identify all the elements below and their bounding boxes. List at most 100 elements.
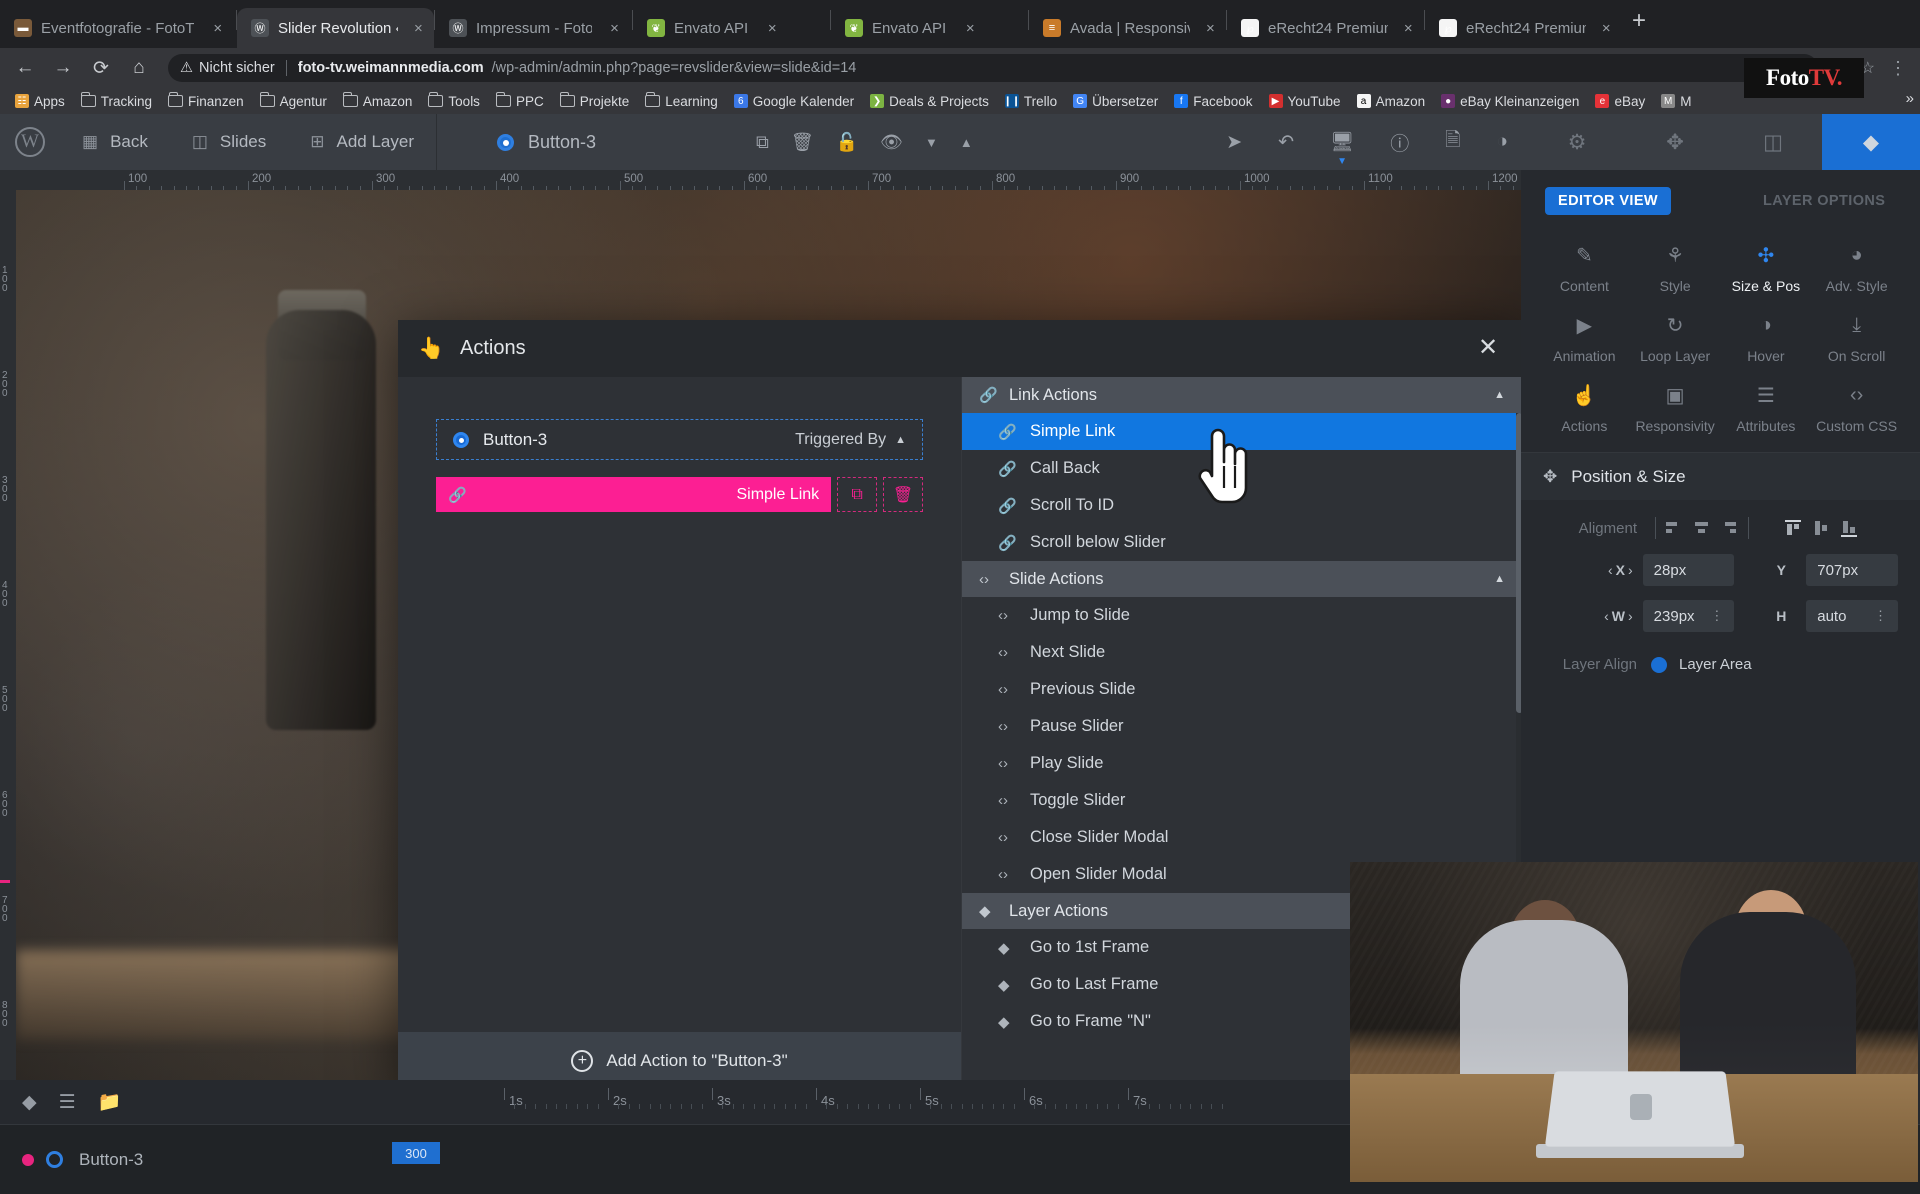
action-library-item[interactable]: 🔗 Simple Link — [962, 413, 1523, 450]
align-center-icon[interactable] — [1688, 516, 1716, 540]
h-field[interactable]: auto ⋮ — [1806, 600, 1898, 632]
trash-icon[interactable]: 🗑 — [791, 132, 814, 153]
bookmark-item[interactable]: e eBay — [1588, 92, 1652, 111]
bookmark-item[interactable]: a Amazon — [1350, 92, 1433, 111]
align-right-icon[interactable] — [1716, 516, 1744, 540]
bookmark-item[interactable]: ❯ Deals & Projects — [863, 92, 996, 111]
bookmark-item[interactable]: Finanzen — [161, 92, 251, 111]
close-icon[interactable]: × — [413, 20, 424, 37]
sidebar-option-size-pos[interactable]: ✣ Size & Pos — [1721, 242, 1812, 295]
layers-icon[interactable]: ◆ — [1822, 114, 1920, 170]
chevron-up-icon[interactable]: ▲ — [1494, 389, 1505, 401]
align-middle-icon[interactable] — [1807, 516, 1835, 540]
unlock-icon[interactable]: 🔓 — [836, 132, 858, 153]
h-stepper-icon[interactable]: ⋮ — [1874, 608, 1887, 624]
y-field[interactable]: 707px — [1806, 554, 1898, 586]
bookmarks-overflow-button[interactable]: » — [1906, 90, 1914, 107]
forward-button[interactable]: → — [46, 51, 80, 85]
trigger-row[interactable]: Button-3 Triggered By ▲ — [436, 419, 923, 460]
layers-icon[interactable]: ◆ — [22, 1091, 37, 1114]
sidebar-option-hover[interactable]: ◑ Hover — [1721, 312, 1812, 365]
action-library-item[interactable]: ‹› Play Slide — [962, 745, 1523, 782]
cursor-icon[interactable]: ➤ — [1226, 131, 1242, 154]
help-icon[interactable]: ⓘ — [1390, 129, 1409, 156]
home-button[interactable]: ⌂ — [122, 51, 156, 85]
bookmark-item[interactable]: ❙❙ Trello — [998, 92, 1064, 111]
copy-icon[interactable]: ⧉ — [756, 132, 769, 153]
action-library-item[interactable]: 🔗 Scroll below Slider — [962, 524, 1523, 561]
new-tab-button[interactable]: + — [1622, 7, 1656, 41]
chevron-up-icon[interactable]: ▲ — [1494, 573, 1505, 585]
action-library-item[interactable]: ‹› Previous Slide — [962, 671, 1523, 708]
bookmark-item[interactable]: Tracking — [74, 92, 159, 111]
browser-tab[interactable]: ℘ eRecht24 Premium Nutzer g × — [1227, 8, 1424, 48]
not-secure-indicator[interactable]: ⚠ Nicht sicher — [180, 60, 275, 76]
topbar-item-back[interactable]: ▦ Back — [60, 114, 170, 170]
browser-tab[interactable]: Ⓦ Slider Revolution ‹ FotoTV. – × — [237, 8, 434, 48]
topbar-item-slides[interactable]: ◫ Slides — [170, 114, 288, 170]
w-field[interactable]: 239px ⋮ — [1642, 600, 1735, 632]
browser-tab[interactable]: ▬ Eventfotografie - FotoTV. × — [0, 8, 236, 48]
folder-icon[interactable]: 📁 — [98, 1090, 122, 1114]
tab-editor-view[interactable]: EDITOR VIEW — [1545, 187, 1672, 215]
sidebar-option-on-scroll[interactable]: ⤓ On Scroll — [1811, 312, 1902, 365]
bookmark-item[interactable]: Tools — [421, 92, 487, 111]
close-icon[interactable]: ✕ — [1475, 336, 1501, 362]
topbar-item-add-layer[interactable]: ⊞ Add Layer — [288, 114, 436, 170]
bookmark-item[interactable]: ● eBay Kleinanzeigen — [1434, 92, 1586, 111]
align-top-icon[interactable] — [1779, 516, 1807, 540]
undo-icon[interactable]: ↶ — [1278, 131, 1294, 154]
sidebar-option-responsivity[interactable]: ▣ Responsivity — [1630, 382, 1721, 435]
action-library-item[interactable]: ‹› Pause Slider — [962, 708, 1523, 745]
navigation-icon[interactable]: ✥ — [1626, 114, 1724, 170]
video-overlay[interactable] — [1350, 862, 1918, 1182]
duplicate-action-button[interactable]: ⧉ — [837, 477, 878, 512]
trigger-dropdown[interactable]: Triggered By ▲ — [795, 431, 906, 449]
sidebar-option-style[interactable]: ⚘ Style — [1630, 242, 1721, 295]
bookmark-item[interactable]: PPC — [489, 92, 551, 111]
settings-gear-icon[interactable]: ⚙ — [1528, 114, 1626, 170]
notes-icon[interactable]: 🗎 — [1445, 126, 1460, 158]
layer-align-radio-icon[interactable] — [1651, 656, 1667, 673]
wordpress-icon[interactable]: W — [0, 114, 60, 170]
close-icon[interactable]: × — [1205, 20, 1216, 37]
close-icon[interactable]: × — [607, 20, 622, 37]
bookmark-item[interactable]: 6 Google Kalender — [727, 92, 861, 111]
w-stepper-icon[interactable]: ⋮ — [1710, 608, 1723, 624]
tab-layer-options[interactable]: LAYER OPTIONS — [1763, 193, 1885, 209]
bookmark-item[interactable]: f Facebook — [1167, 92, 1259, 111]
action-library-item[interactable]: ‹› Close Slider Modal — [962, 819, 1523, 856]
kebab-menu-icon[interactable]: ⋮ — [1884, 58, 1912, 79]
action-library-item[interactable]: 🔗 Scroll To ID — [962, 487, 1523, 524]
chevron-down-icon[interactable]: ▼ — [925, 135, 938, 150]
back-button[interactable]: ← — [8, 51, 42, 85]
action-group-header[interactable]: ‹› Slide Actions ▲ — [962, 561, 1523, 597]
action-library-item[interactable]: ‹› Toggle Slider — [962, 782, 1523, 819]
assigned-action-simple-link[interactable]: 🔗 Simple Link — [436, 477, 832, 512]
close-icon[interactable]: × — [1601, 20, 1612, 37]
browser-tab[interactable]: ❦ Envato API × — [633, 8, 830, 48]
sidebar-option-custom-css[interactable]: ‹› Custom CSS — [1811, 382, 1902, 435]
timeline-time-chip[interactable]: 300 — [392, 1142, 440, 1164]
sidebar-option-loop-layer[interactable]: ↻ Loop Layer — [1630, 312, 1721, 365]
list-icon[interactable]: ☰ — [59, 1091, 76, 1114]
preview-monitor-icon[interactable]: 🖥 ▼ — [1330, 130, 1354, 167]
align-bottom-icon[interactable] — [1835, 516, 1863, 540]
close-icon[interactable]: × — [763, 20, 781, 37]
browser-tab[interactable]: Ⓦ Impressum - FotoTV. × — [435, 8, 632, 48]
sidebar-option-content[interactable]: ✎ Content — [1539, 242, 1630, 295]
action-library-item[interactable]: 🔗 Call Back — [962, 450, 1523, 487]
bookmark-item[interactable]: ☷ Apps — [8, 92, 72, 111]
bookmark-item[interactable]: Projekte — [553, 92, 637, 111]
sidebar-option-attributes[interactable]: ☰ Attributes — [1721, 382, 1812, 435]
sidebar-option-animation[interactable]: ▶ Animation — [1539, 312, 1630, 365]
eye-icon[interactable]: 👁 — [880, 132, 903, 153]
delete-action-button[interactable]: 🗑 — [883, 477, 924, 512]
bookmark-item[interactable]: G Übersetzer — [1066, 92, 1165, 111]
sidebar-option-adv-style[interactable]: ◕ Adv. Style — [1811, 242, 1902, 295]
browser-tab[interactable]: ℘ eRecht24 Premium Nutzer g × — [1425, 8, 1622, 48]
align-left-icon[interactable] — [1660, 516, 1688, 540]
reload-button[interactable]: ⟳ — [84, 51, 118, 85]
close-icon[interactable]: × — [209, 20, 226, 37]
sidebar-option-actions[interactable]: ☝ Actions — [1539, 382, 1630, 435]
